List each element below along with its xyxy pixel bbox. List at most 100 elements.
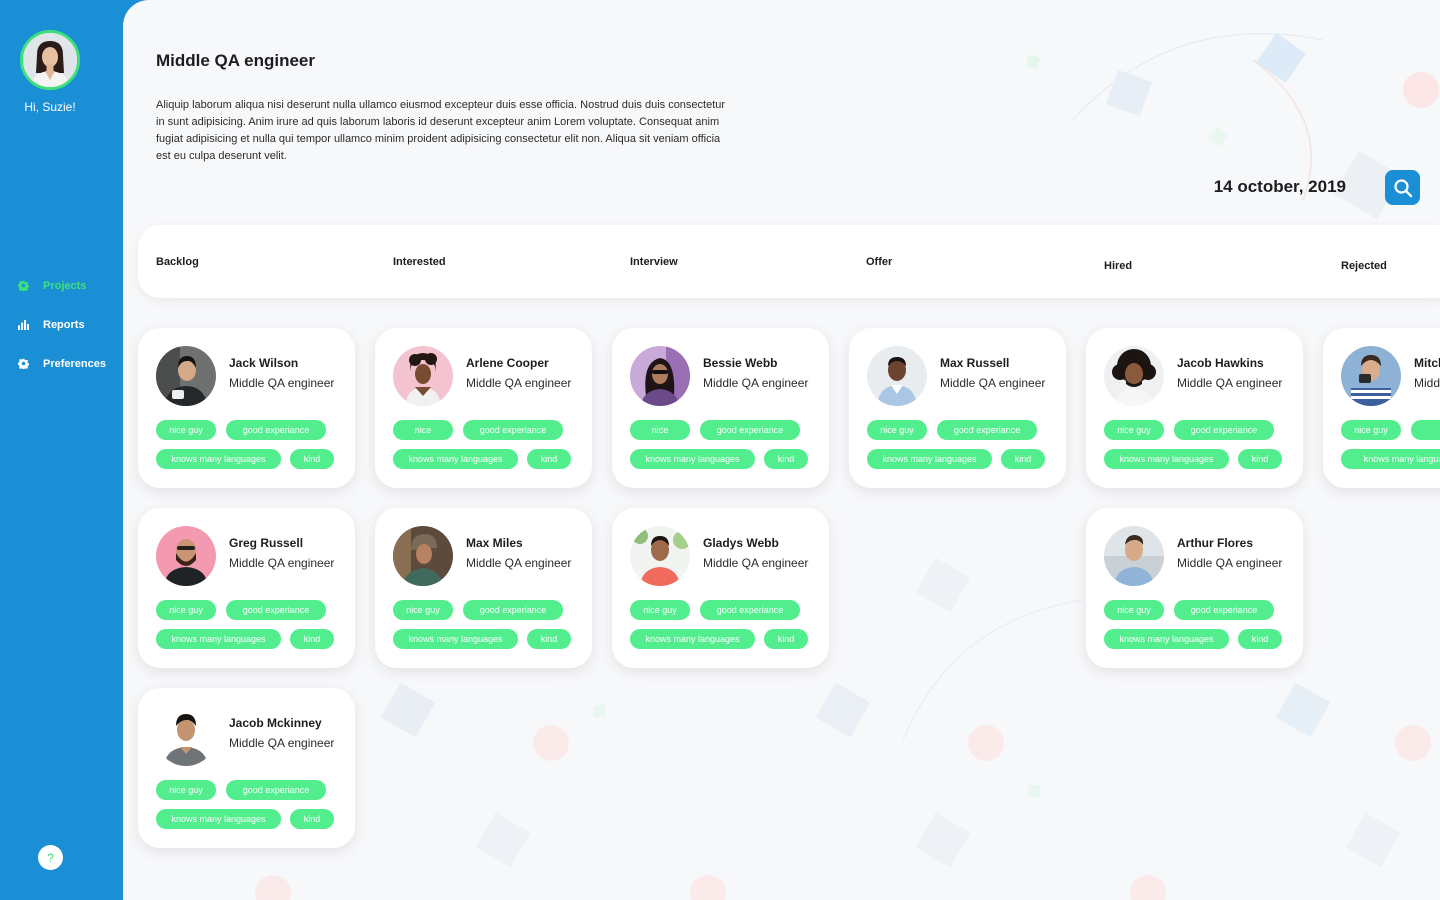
candidate-tag[interactable]: kind xyxy=(764,629,808,649)
candidate-card[interactable]: Max Russell Middle QA engineer nice guy … xyxy=(849,328,1066,488)
candidate-tag[interactable]: kind xyxy=(1238,629,1282,649)
candidate-card[interactable]: Gladys Webb Middle QA engineer nice guy … xyxy=(612,508,829,668)
candidate-tag[interactable]: nice guy xyxy=(156,600,216,620)
candidate-tag[interactable]: goo xyxy=(1411,420,1440,440)
candidate-tag[interactable]: kind xyxy=(527,629,571,649)
candidate-photo xyxy=(867,346,927,406)
stage-tab-offer[interactable]: Offer xyxy=(866,256,892,268)
nav-label-projects: Projects xyxy=(43,279,87,292)
candidate-name: Max Miles xyxy=(466,536,523,550)
candidate-tag[interactable]: knows many languages xyxy=(1104,449,1229,469)
candidate-tag[interactable]: knows many languages xyxy=(393,449,518,469)
candidate-tag[interactable]: good experiance xyxy=(700,600,800,620)
candidate-tag[interactable]: nice guy xyxy=(867,420,927,440)
candidate-tag[interactable]: knows many langua xyxy=(1341,449,1440,469)
candidate-tag[interactable]: nice guy xyxy=(1341,420,1401,440)
candidate-tag[interactable]: nice guy xyxy=(156,780,216,800)
nav-item-preferences[interactable]: Preferences xyxy=(18,344,106,383)
stage-tab-backlog[interactable]: Backlog xyxy=(156,256,199,268)
main-panel: Middle QA engineer Aliquip laborum aliqu… xyxy=(123,0,1440,900)
nav-label-reports: Reports xyxy=(43,318,85,331)
user-avatar[interactable] xyxy=(20,30,80,90)
stage-tab-hired[interactable]: Hired xyxy=(1104,260,1132,272)
candidate-name: Arthur Flores xyxy=(1177,536,1254,550)
nav-item-reports[interactable]: Reports xyxy=(18,305,106,344)
candidate-tag[interactable]: good experiance xyxy=(1174,600,1274,620)
candidate-name: Bessie Webb xyxy=(703,356,778,370)
candidate-card[interactable]: Arthur Flores Middle QA engineer nice gu… xyxy=(1086,508,1303,668)
candidate-tag[interactable]: kind xyxy=(764,449,808,469)
sidebar: Hi, Suzie! Projects Reports Preferences … xyxy=(0,0,123,900)
stage-tab-rejected[interactable]: Rejected xyxy=(1341,260,1387,272)
candidate-tag[interactable]: knows many languages xyxy=(630,629,755,649)
candidate-role: Middle QA engineer xyxy=(1177,376,1283,390)
candidate-role: Middle QA engineer xyxy=(229,376,335,390)
candidate-tag[interactable]: knows many languages xyxy=(156,449,281,469)
candidate-card[interactable]: Mitcl Midd nice guy goo knows many langu… xyxy=(1323,328,1440,488)
candidate-tag[interactable]: good experiance xyxy=(937,420,1037,440)
candidate-tag[interactable]: good experiance xyxy=(463,420,563,440)
job-description: Aliquip laborum aliqua nisi deserunt nul… xyxy=(156,99,726,162)
candidate-role: Middle QA engineer xyxy=(703,376,809,390)
candidate-role: Middle QA engineer xyxy=(229,556,335,570)
candidate-name: Jack Wilson xyxy=(229,356,299,370)
candidate-card[interactable]: Bessie Webb Middle QA engineer nice good… xyxy=(612,328,829,488)
candidate-tag[interactable]: nice guy xyxy=(156,420,216,440)
candidate-tag[interactable]: knows many languages xyxy=(393,629,518,649)
bar-chart-icon xyxy=(18,319,43,330)
stage-tabs: Backlog Interested Interview Offer Hired… xyxy=(138,225,1440,298)
nav-item-projects[interactable]: Projects xyxy=(18,266,106,305)
candidate-card[interactable]: Max Miles Middle QA engineer nice guy go… xyxy=(375,508,592,668)
candidate-photo xyxy=(1341,346,1401,406)
greeting: Hi, Suzie! xyxy=(24,100,76,114)
candidate-tag[interactable]: kind xyxy=(290,449,334,469)
candidate-tag[interactable]: good experiance xyxy=(463,600,563,620)
candidate-tag[interactable]: kind xyxy=(290,629,334,649)
stage-tab-interview[interactable]: Interview xyxy=(630,256,678,268)
candidate-card[interactable]: Arlene Cooper Middle QA engineer nice go… xyxy=(375,328,592,488)
candidate-role: Middle QA engineer xyxy=(466,376,572,390)
candidate-tag[interactable]: kind xyxy=(527,449,571,469)
search-button[interactable] xyxy=(1385,170,1420,205)
candidate-tag[interactable]: kind xyxy=(1238,449,1282,469)
candidate-name: Jacob Hawkins xyxy=(1177,356,1264,370)
candidate-card[interactable]: Jack Wilson Middle QA engineer nice guy … xyxy=(138,328,355,488)
candidate-tag[interactable]: good experiance xyxy=(226,420,326,440)
candidate-card[interactable]: Jacob Mckinney Middle QA engineer nice g… xyxy=(138,688,355,848)
question-icon: ? xyxy=(47,850,54,865)
candidate-name: Max Russell xyxy=(940,356,1010,370)
candidate-tag[interactable]: knows many languages xyxy=(630,449,755,469)
candidate-tag[interactable]: good experiance xyxy=(700,420,800,440)
candidate-card[interactable]: Jacob Hawkins Middle QA engineer nice gu… xyxy=(1086,328,1303,488)
candidate-tag[interactable]: knows many languages xyxy=(1104,629,1229,649)
candidate-name: Mitcl xyxy=(1414,356,1440,370)
candidate-tag[interactable]: knows many languages xyxy=(156,809,281,829)
candidate-tag[interactable]: nice guy xyxy=(630,600,690,620)
current-date: 14 october, 2019 xyxy=(1213,177,1346,196)
candidate-tag[interactable]: kind xyxy=(290,809,334,829)
candidate-name: Gladys Webb xyxy=(703,536,779,550)
job-title: Middle QA engineer xyxy=(156,51,316,70)
stage-tab-interested[interactable]: Interested xyxy=(393,256,446,268)
candidate-role: Middle QA engineer xyxy=(229,736,335,750)
candidate-tag[interactable]: good experiance xyxy=(1174,420,1274,440)
candidate-photo xyxy=(630,346,690,406)
candidate-role: Middle QA engineer xyxy=(703,556,809,570)
candidate-photo xyxy=(156,346,216,406)
candidate-role: Midd xyxy=(1414,376,1440,390)
candidate-role: Middle QA engineer xyxy=(466,556,572,570)
candidate-tag[interactable]: nice xyxy=(630,420,690,440)
candidate-photo xyxy=(393,346,453,406)
candidate-tag[interactable]: nice xyxy=(393,420,453,440)
candidate-photo xyxy=(156,526,216,586)
candidate-tag[interactable]: knows many languages xyxy=(156,629,281,649)
candidate-tag[interactable]: good experiance xyxy=(226,600,326,620)
candidate-tag[interactable]: nice guy xyxy=(1104,420,1164,440)
candidate-tag[interactable]: good experiance xyxy=(226,780,326,800)
candidate-tag[interactable]: nice guy xyxy=(393,600,453,620)
candidate-card[interactable]: Greg Russell Middle QA engineer nice guy… xyxy=(138,508,355,668)
help-button[interactable]: ? xyxy=(38,845,63,870)
candidate-tag[interactable]: kind xyxy=(1001,449,1045,469)
candidate-tag[interactable]: nice guy xyxy=(1104,600,1164,620)
candidate-tag[interactable]: knows many languages xyxy=(867,449,992,469)
